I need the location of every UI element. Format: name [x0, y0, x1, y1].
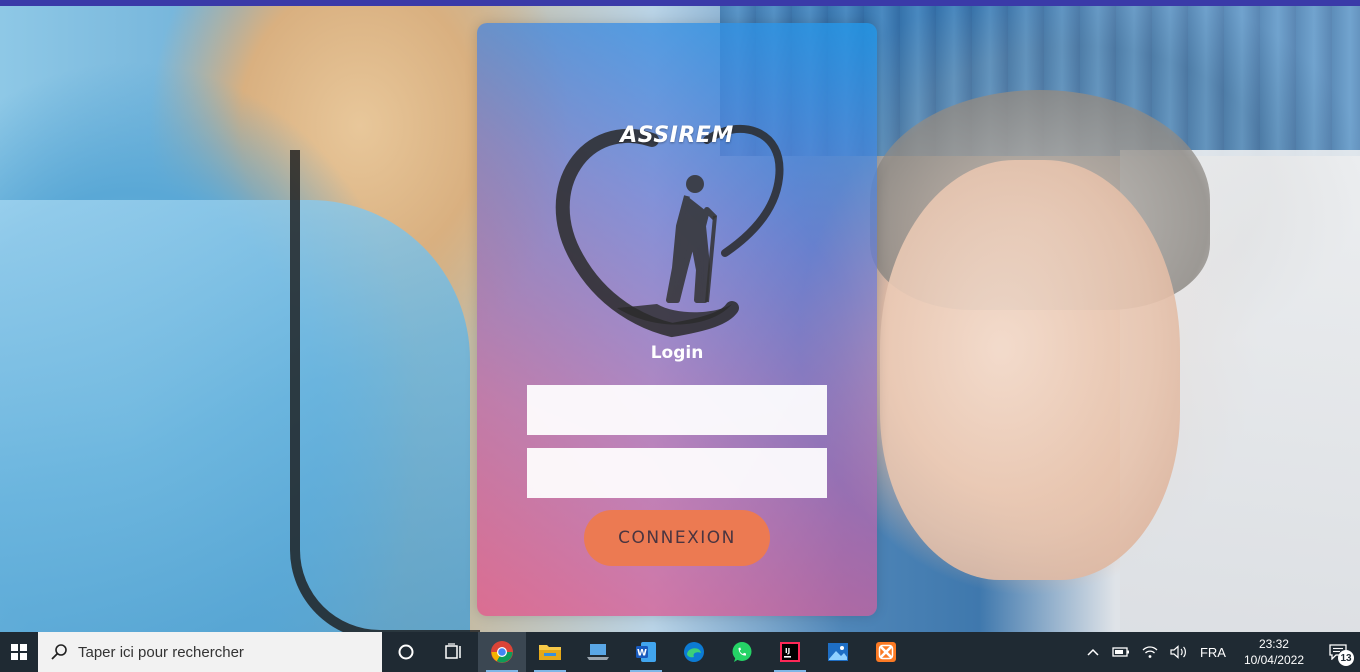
- clock-time: 23:32: [1258, 637, 1289, 651]
- taskbar-app-photos[interactable]: [814, 632, 862, 672]
- background-stethoscope: [290, 150, 480, 640]
- taskbar-search-input[interactable]: Taper ici pour rechercher: [38, 632, 382, 672]
- password-field[interactable]: [527, 448, 827, 498]
- notification-count-badge: 13: [1338, 650, 1354, 666]
- login-title: Login: [650, 343, 704, 363]
- clock-date: 10/04/2022: [1243, 653, 1304, 667]
- desktop-screen: ASSIREM Login CONNEXION Taper ici pour r…: [0, 0, 1360, 672]
- taskbar: Taper ici pour rechercher W IJ FRA 23:32…: [0, 632, 1360, 672]
- start-button[interactable]: [0, 632, 38, 672]
- taskbar-app-edge[interactable]: [670, 632, 718, 672]
- windows-logo-icon: [11, 644, 27, 660]
- login-card: ASSIREM Login CONNEXION: [477, 23, 877, 616]
- taskbar-app-whatsapp[interactable]: [718, 632, 766, 672]
- laptop-icon: [587, 644, 609, 660]
- brand-name: ASSIREM: [620, 123, 734, 148]
- assirem-logo-icon: [555, 124, 784, 338]
- taskbar-app-word[interactable]: W: [622, 632, 670, 672]
- notification-center-button[interactable]: 13: [1316, 632, 1360, 672]
- language-indicator[interactable]: FRA: [1194, 645, 1232, 660]
- folder-icon: [539, 645, 561, 660]
- chrome-icon: [491, 641, 513, 663]
- taskbar-app-this-pc[interactable]: [574, 632, 622, 672]
- search-placeholder: Taper ici pour rechercher: [78, 643, 244, 661]
- cortana-button[interactable]: [382, 632, 430, 672]
- system-tray: FRA 23:32 10/04/2022 13: [1080, 632, 1360, 672]
- word-icon: W: [636, 642, 656, 662]
- battery-icon: [1112, 647, 1129, 657]
- circle-icon: [398, 644, 414, 660]
- taskbar-app-intellij[interactable]: IJ: [766, 632, 814, 672]
- whatsapp-icon: [732, 642, 752, 662]
- username-field[interactable]: [527, 385, 827, 435]
- task-view-icon: [445, 643, 461, 659]
- volume-button[interactable]: [1164, 645, 1194, 659]
- wifi-icon: [1142, 646, 1158, 658]
- taskbar-app-xampp[interactable]: [862, 632, 910, 672]
- show-hidden-icons-button[interactable]: [1080, 647, 1106, 657]
- network-button[interactable]: [1136, 645, 1164, 659]
- background-patient-face: [880, 160, 1180, 580]
- clock[interactable]: 23:32 10/04/2022: [1232, 636, 1316, 668]
- xampp-icon: [876, 642, 896, 662]
- battery-button[interactable]: [1106, 646, 1136, 658]
- intellij-icon: IJ: [780, 642, 800, 662]
- chevron-up-icon: [1087, 648, 1099, 656]
- connexion-button[interactable]: CONNEXION: [584, 510, 770, 566]
- taskbar-app-chrome[interactable]: [478, 632, 526, 672]
- photos-icon: [828, 643, 848, 661]
- speaker-icon: [1170, 645, 1186, 659]
- svg-text:W: W: [637, 649, 647, 659]
- svg-text:IJ: IJ: [785, 647, 790, 655]
- search-icon: [51, 644, 67, 660]
- task-view-button[interactable]: [430, 632, 478, 672]
- edge-icon: [684, 642, 704, 662]
- top-accent-strip: [0, 0, 1360, 6]
- taskbar-app-file-explorer[interactable]: [526, 632, 574, 672]
